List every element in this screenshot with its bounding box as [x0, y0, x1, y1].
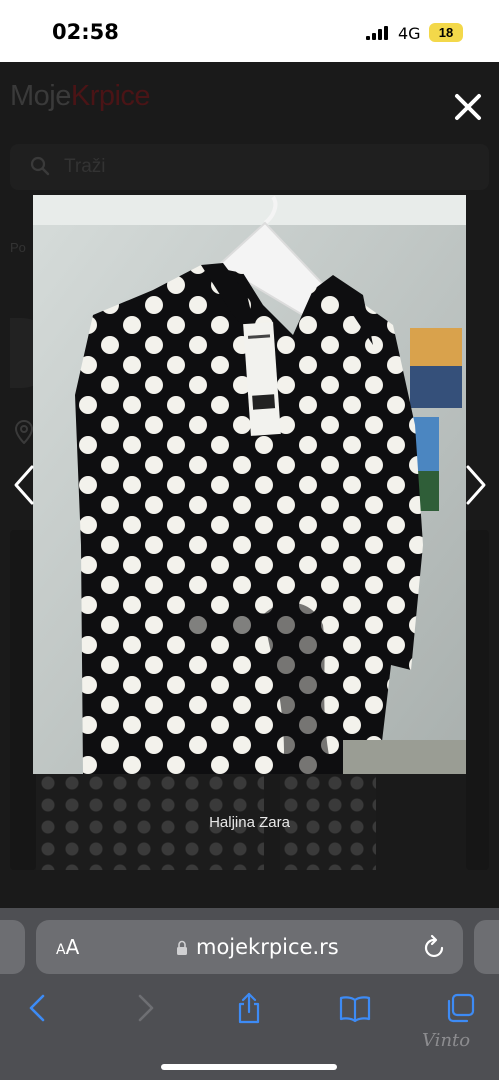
bookmarks-icon[interactable] — [339, 992, 371, 1024]
network-type: 4G — [398, 24, 421, 43]
status-bar: 02:58 4G 18 — [0, 0, 499, 62]
chevron-right-icon[interactable] — [462, 463, 492, 507]
reload-icon[interactable] — [423, 934, 447, 960]
previous-tab-peek[interactable] — [0, 920, 25, 974]
url-text: mojekrpice.rs — [196, 935, 339, 959]
background-partial-label: Po — [10, 240, 26, 255]
photo-caption: Haljina Zara — [209, 814, 290, 831]
vinto-watermark: Vinto — [422, 1030, 471, 1051]
share-icon[interactable] — [233, 992, 265, 1024]
home-indicator[interactable] — [161, 1064, 337, 1070]
address-bar[interactable]: AA mojekrpice.rs — [36, 920, 463, 974]
battery-level: 18 — [429, 23, 463, 42]
cellular-signal-icon — [366, 26, 388, 40]
product-photo[interactable] — [33, 195, 466, 774]
back-icon[interactable] — [22, 992, 54, 1024]
tabs-icon[interactable] — [444, 992, 476, 1024]
search-placeholder: Traži — [64, 156, 106, 177]
chevron-left-icon[interactable] — [8, 463, 38, 507]
site-logo: MojeKrpice — [10, 80, 151, 113]
close-icon[interactable] — [452, 91, 484, 123]
text-size-button[interactable]: AA — [56, 935, 79, 959]
logo-part-moje: Moje — [10, 80, 71, 112]
next-tab-peek[interactable] — [474, 920, 499, 974]
location-pin-icon — [14, 420, 34, 444]
browser-toolbar: AA mojekrpice.rs Vinto — [0, 908, 499, 1080]
forward-icon[interactable] — [129, 992, 161, 1024]
background-search-bar: Traži — [10, 144, 489, 190]
dress-image — [33, 195, 466, 774]
search-icon — [30, 156, 50, 176]
logo-part-krpice: Krpice — [70, 80, 151, 112]
status-time: 02:58 — [52, 20, 119, 44]
lock-icon — [177, 940, 187, 955]
